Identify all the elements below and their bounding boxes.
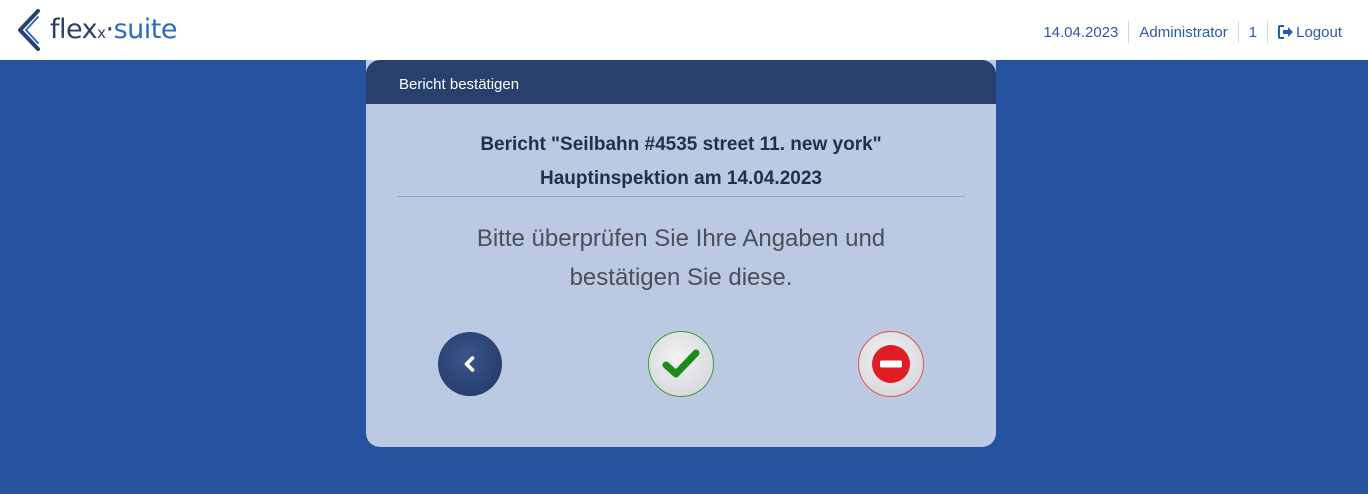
confirm-report-dialog: Bericht bestätigen Bericht "Seilbahn #45… <box>366 60 996 447</box>
cancel-button[interactable] <box>858 331 924 397</box>
checkmark-icon <box>662 349 700 378</box>
main-area: Bericht bestätigen Bericht "Seilbahn #45… <box>0 60 1368 494</box>
message-line: Bitte überprüfen Sie Ihre Angaben und <box>476 225 886 252</box>
logo-bracket-icon <box>18 9 40 51</box>
logout-icon <box>1278 25 1294 39</box>
header-divider <box>1237 21 1239 43</box>
dialog-title: Bericht bestätigen <box>366 60 996 104</box>
header-date: 14.04.2023 <box>1043 23 1119 41</box>
confirm-button[interactable] <box>648 331 714 397</box>
flexx-suite-logo[interactable]: flexx·suite <box>14 8 204 52</box>
header-divider <box>1267 21 1269 43</box>
header-divider <box>1128 21 1130 43</box>
inspection-title: Hauptinspektion am 14.04.2023 <box>540 168 822 189</box>
message-line: bestätigen Sie diese. <box>569 264 793 291</box>
logout-label: Logout <box>1296 23 1342 41</box>
confirmation-message: Bitte überprüfen Sie Ihre Angaben und be… <box>366 219 996 297</box>
dialog-body: Bericht "Seilbahn #4535 street 11. new y… <box>366 104 996 397</box>
header-count: 1 <box>1248 23 1258 41</box>
dialog-actions <box>366 331 996 402</box>
header-user-area: 14.04.2023 Administrator 1 Logout <box>1043 21 1342 43</box>
chevron-left-icon <box>464 356 475 372</box>
logo-text: flexx·suite <box>50 14 178 45</box>
divider <box>397 196 965 197</box>
report-title: Bericht "Seilbahn #4535 street 11. new y… <box>480 134 882 155</box>
minus-circle-icon <box>872 345 910 383</box>
top-bar: flexx·suite 14.04.2023 Administrator 1 L… <box>0 0 1368 60</box>
logout-link[interactable]: Logout <box>1278 24 1342 41</box>
back-button[interactable] <box>438 332 502 396</box>
header-user[interactable]: Administrator <box>1139 24 1227 41</box>
